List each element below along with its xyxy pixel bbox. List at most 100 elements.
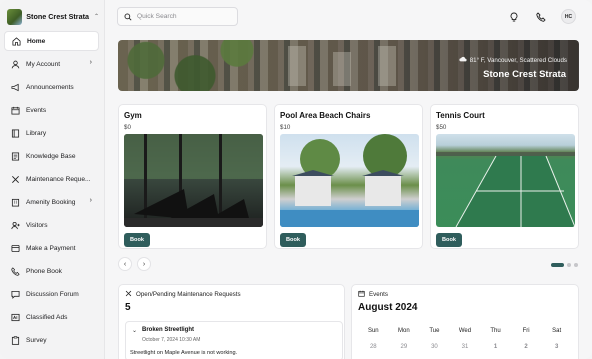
amenity-price: $50 xyxy=(436,124,447,131)
sidebar-item-label: Make a Payment xyxy=(26,244,76,252)
chevron-updown-icon: ⌃ xyxy=(93,14,99,20)
hero-banner: 81° F, Vancouver, Scattered Clouds Stone… xyxy=(118,40,579,91)
org-name: Stone Crest Strata xyxy=(26,12,89,21)
maintenance-panel: Open/Pending Maintenance Requests 5 ⌄ Br… xyxy=(118,284,345,359)
sidebar-item-discussion-forum[interactable]: Discussion Forum xyxy=(4,284,99,304)
sidebar: Stone Crest Strata ⌃ Home My Account › A… xyxy=(0,0,105,359)
calendar-day[interactable]: 30 xyxy=(419,344,450,350)
amenity-card-tennis: Tennis Court $50 Book xyxy=(430,104,579,249)
org-switcher[interactable]: Stone Crest Strata ⌃ xyxy=(7,8,99,25)
sidebar-item-make-payment[interactable]: Make a Payment xyxy=(4,238,99,258)
calendar-day[interactable]: 1 xyxy=(480,344,511,350)
calendar-week-row: 28 29 30 31 1 2 3 xyxy=(358,339,572,355)
carousel-prev-button[interactable]: ‹ xyxy=(118,257,132,271)
sidebar-item-amenity-booking[interactable]: Amenity Booking › xyxy=(4,192,99,212)
amenity-price: $10 xyxy=(280,124,291,131)
sidebar-item-label: Visitors xyxy=(26,221,48,229)
sidebar-item-announcements[interactable]: Announcements xyxy=(4,77,99,97)
sidebar-item-knowledge-base[interactable]: Knowledge Base xyxy=(4,146,99,166)
book-icon xyxy=(11,128,20,138)
calendar-weekday-row: Sun Mon Tue Wed Thu Fri Sat xyxy=(358,323,572,339)
sidebar-item-visitors[interactable]: Visitors xyxy=(4,215,99,235)
sidebar-item-label: Home xyxy=(27,37,46,45)
hero-title: Stone Crest Strata xyxy=(483,69,566,80)
home-icon xyxy=(12,36,21,46)
weekday-label: Mon xyxy=(398,328,410,334)
sidebar-item-events[interactable]: Events xyxy=(4,100,99,120)
amenity-price: $0 xyxy=(124,124,131,131)
sidebar-item-classified-ads[interactable]: Classified Ads xyxy=(4,307,99,327)
phone-icon[interactable] xyxy=(534,10,548,24)
sidebar-item-label: Survey xyxy=(26,336,47,344)
hero-building xyxy=(378,46,396,86)
carousel-dot[interactable] xyxy=(567,263,571,267)
calendar-day[interactable]: 29 xyxy=(389,344,420,350)
weather-info: 81° F, Vancouver, Scattered Clouds xyxy=(459,56,567,64)
request-title: Broken Streetlight xyxy=(142,327,195,333)
amenity-image xyxy=(124,134,263,227)
org-logo xyxy=(7,8,23,25)
phone-icon xyxy=(11,266,20,276)
carousel-next-button[interactable]: › xyxy=(137,257,151,271)
sidebar-nav: Home My Account › Announcements Events L… xyxy=(4,31,99,353)
sidebar-item-home[interactable]: Home xyxy=(4,31,99,51)
sidebar-item-survey[interactable]: Survey xyxy=(4,330,99,350)
maintenance-heading-text: Open/Pending Maintenance Requests xyxy=(136,291,241,298)
weekday-label: Sun xyxy=(367,328,379,334)
hero-building xyxy=(333,52,351,86)
chat-icon xyxy=(11,290,20,299)
chevron-right-icon: › xyxy=(89,59,92,66)
maintenance-heading: Open/Pending Maintenance Requests xyxy=(125,290,241,299)
amenity-image xyxy=(436,134,575,227)
calendar-month: August 2024 xyxy=(358,302,418,313)
sidebar-item-label: Maintenance Reque... xyxy=(26,175,91,183)
calendar-day[interactable]: 28 xyxy=(358,344,389,350)
cloud-icon xyxy=(459,56,467,64)
book-button[interactable]: Book xyxy=(124,233,150,247)
search-icon xyxy=(124,8,132,26)
carousel-dot[interactable] xyxy=(574,263,578,267)
amenity-title: Pool Area Beach Chairs xyxy=(280,111,371,120)
sidebar-item-my-account[interactable]: My Account › xyxy=(4,54,99,74)
calendar-day[interactable]: 3 xyxy=(541,344,572,350)
weekday-label: Sat xyxy=(552,328,562,334)
chevron-right-icon: › xyxy=(89,197,92,204)
app-window: Stone Crest Strata ⌃ Home My Account › A… xyxy=(0,0,592,359)
amenity-title: Tennis Court xyxy=(436,111,485,120)
clipboard-icon xyxy=(11,335,20,345)
sidebar-item-library[interactable]: Library xyxy=(4,123,99,143)
sidebar-item-label: Discussion Forum xyxy=(26,290,79,298)
sidebar-item-maintenance[interactable]: Maintenance Reque... xyxy=(4,169,99,189)
calendar-day[interactable]: 2 xyxy=(511,344,542,350)
sidebar-item-label: Events xyxy=(26,106,47,114)
building-icon xyxy=(11,198,20,207)
user-icon xyxy=(11,60,20,69)
payment-icon xyxy=(11,244,20,253)
hero-building xyxy=(288,46,306,86)
avatar[interactable]: HC xyxy=(561,9,576,24)
calendar-day[interactable]: 31 xyxy=(450,344,481,350)
calendar-icon xyxy=(11,106,20,115)
tools-icon xyxy=(11,175,20,184)
book-button[interactable]: Book xyxy=(436,233,462,247)
sidebar-item-label: Library xyxy=(26,129,47,137)
search-box[interactable] xyxy=(117,7,238,26)
lightbulb-icon[interactable] xyxy=(507,10,521,24)
hero-image xyxy=(118,40,258,91)
maintenance-request-item[interactable]: ⌄ Broken Streetlight October 7, 2024 10:… xyxy=(125,321,343,359)
chevron-left-icon: ‹ xyxy=(123,260,127,268)
weekday-label: Fri xyxy=(522,328,530,334)
search-input[interactable] xyxy=(137,13,232,20)
book-button[interactable]: Book xyxy=(280,233,306,247)
amenity-image xyxy=(280,134,419,227)
carousel-dot-active[interactable] xyxy=(551,263,564,267)
sidebar-item-label: My Account xyxy=(26,60,61,68)
tools-icon xyxy=(125,290,132,299)
events-heading: Events xyxy=(358,290,388,299)
ads-icon xyxy=(11,313,20,322)
document-icon xyxy=(11,151,20,161)
visitor-icon xyxy=(11,221,20,230)
sidebar-item-label: Phone Book xyxy=(26,267,62,275)
sidebar-item-phone-book[interactable]: Phone Book xyxy=(4,261,99,281)
events-panel: Events August 2024 Sun Mon Tue Wed Thu F… xyxy=(351,284,579,359)
